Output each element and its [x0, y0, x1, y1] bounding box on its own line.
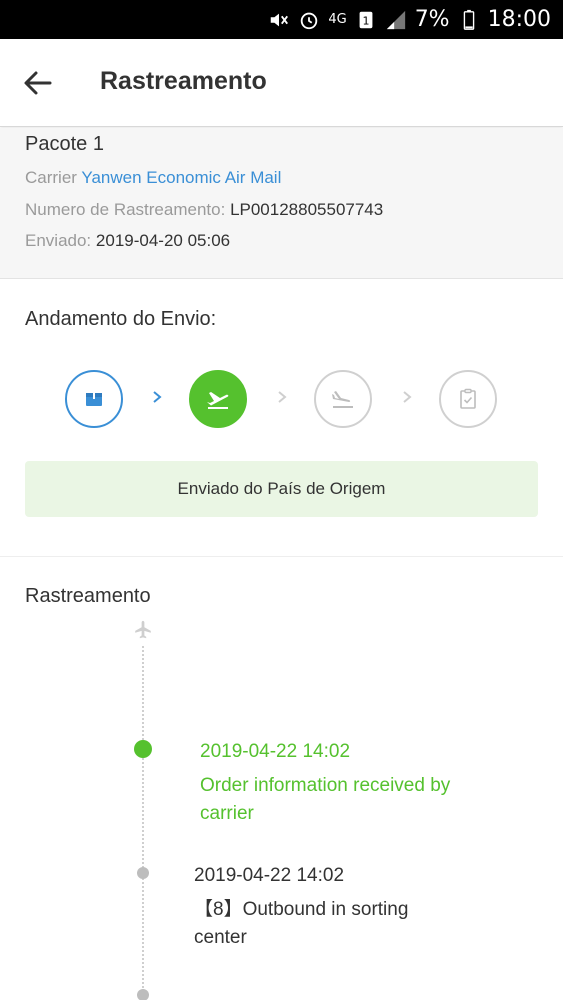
svg-text:1: 1 — [362, 14, 369, 27]
event-description-line: 【8】Outbound in sorting — [194, 899, 409, 920]
event-description-line: center — [194, 927, 247, 948]
tracking-number-value: LP00128805507743 — [230, 200, 384, 219]
step-delivered — [439, 370, 497, 428]
page-title: Rastreamento — [100, 67, 267, 95]
step-departed — [189, 370, 247, 428]
event-description-line: carrier — [200, 803, 254, 824]
package-title: Pacote 1 — [25, 133, 104, 155]
network-type: 4G — [328, 12, 347, 27]
mute-icon — [271, 13, 289, 26]
clipboard-check-icon — [460, 388, 476, 409]
chevron-right-icon — [403, 391, 412, 403]
event-time: 2019-04-22 14:02 — [200, 741, 351, 762]
back-arrow-icon[interactable] — [20, 65, 56, 101]
battery-icon — [463, 9, 474, 30]
timeline-dot-latest — [134, 740, 152, 758]
shipping-progress-title: Andamento do Envio: — [25, 308, 217, 330]
step-collected — [65, 370, 123, 428]
carrier-label: Carrier — [25, 168, 77, 187]
timeline-dot — [137, 867, 149, 879]
signal-icon — [386, 10, 405, 29]
package-box-icon — [86, 393, 102, 406]
airplane-departure-icon — [207, 392, 229, 409]
timeline-dot — [137, 989, 149, 1000]
airplane-icon — [135, 620, 151, 639]
carrier-link[interactable]: Yanwen Economic Air Mail — [81, 168, 281, 187]
alarm-icon — [301, 12, 318, 29]
tracking-number-label: Numero de Rastreamento: — [25, 200, 226, 219]
shipped-label: Enviado: — [25, 231, 92, 250]
shipped-row: Enviado: 2019-04-20 05:06 — [25, 231, 230, 251]
app-bar: Rastreamento — [0, 39, 563, 127]
shipped-value: 2019-04-20 05:06 — [95, 231, 231, 250]
step-arrived — [314, 370, 372, 428]
divider — [0, 556, 563, 557]
clock: 18:00 — [487, 7, 551, 32]
chevron-right-icon — [153, 391, 162, 403]
package-card: Pacote 1 Carrier Yanwen Economic Air Mai… — [0, 128, 563, 279]
airplane-arrival-icon — [332, 391, 353, 408]
event-description-line: Order information received by — [200, 775, 451, 796]
sim-icon: 1 — [359, 11, 373, 28]
carrier-row: Carrier Yanwen Economic Air Mail — [25, 168, 281, 188]
status-bar: 4G 1 7% 18:00 — [0, 0, 563, 39]
event-description: 【8】Outbound in sorting center — [194, 896, 408, 952]
shipping-status-banner: Enviado do País de Origem — [25, 461, 538, 517]
event-time: 2019-04-22 14:02 — [194, 865, 345, 886]
event-description: Order information received by carrier — [200, 772, 450, 828]
battery-percent: 7% — [414, 7, 450, 32]
timeline-line — [142, 646, 144, 1000]
tracking-number-row: Numero de Rastreamento: LP00128805507743 — [25, 200, 383, 220]
tracking-section-title: Rastreamento — [25, 585, 151, 607]
chevron-right-icon — [278, 391, 287, 403]
